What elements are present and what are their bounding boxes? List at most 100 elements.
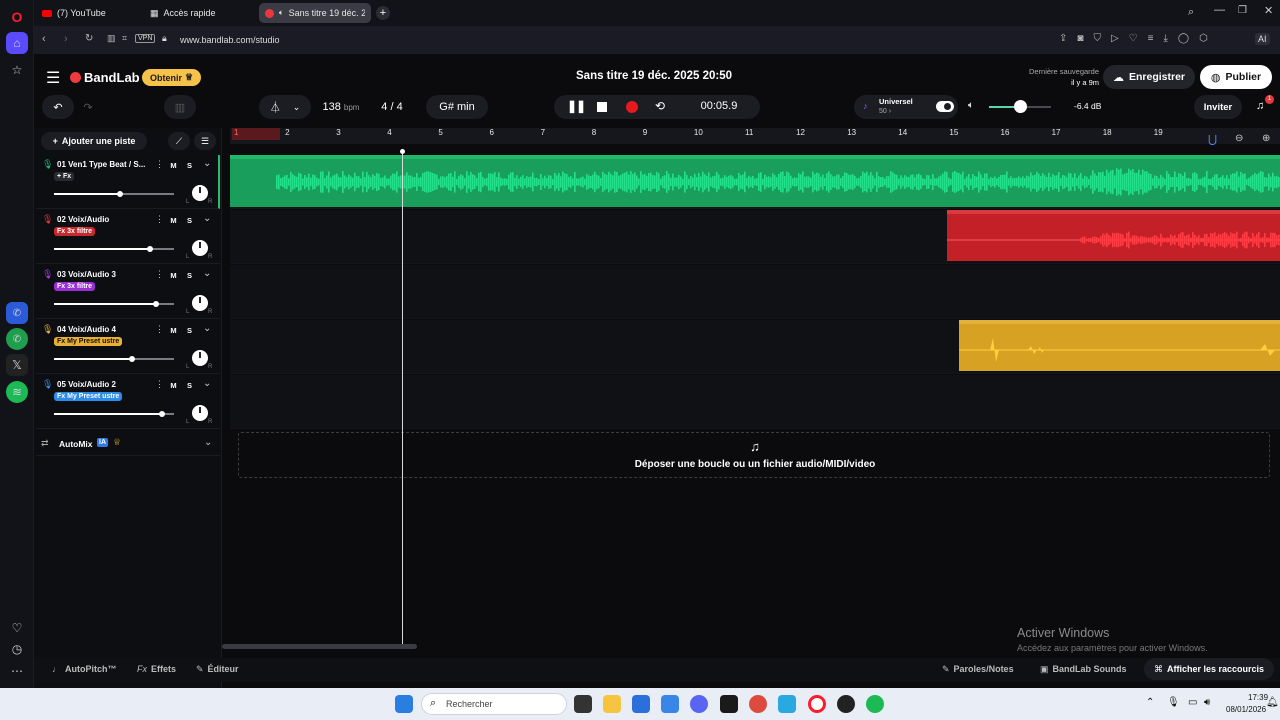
- tab-bandlab[interactable]: 🔈︎ Sans titre 19 déc. 2025: [259, 3, 371, 23]
- key-button[interactable]: G# min: [426, 95, 488, 119]
- discord-icon[interactable]: [690, 695, 708, 713]
- mixer-button[interactable]: ☰: [194, 132, 216, 150]
- mute-button[interactable]: M: [167, 269, 180, 281]
- app-icon[interactable]: [778, 695, 796, 713]
- track-row[interactable]: 🎙︎ 04 Voix/Audio 4 Fx My Preset ustre ⋮ M S ⌄ L…: [36, 320, 220, 374]
- menu-icon[interactable]: ≡: [1148, 33, 1154, 44]
- pan-knob[interactable]: [192, 350, 208, 366]
- playhead[interactable]: [402, 149, 403, 649]
- automix-row[interactable]: ⇄ AutoMix IA ♕ ⌄: [36, 434, 220, 456]
- shortcuts-button[interactable]: ⌘ Afficher les raccourcis: [1144, 658, 1275, 680]
- minimize-button[interactable]: —: [1214, 4, 1225, 16]
- hamburger-icon[interactable]: ☰: [46, 68, 60, 88]
- record-icon[interactable]: [626, 101, 638, 113]
- reload-icon[interactable]: ↻: [85, 33, 93, 44]
- epic-games-icon[interactable]: [720, 695, 738, 713]
- download-icon[interactable]: ⤓: [1163, 33, 1167, 44]
- bell-icon[interactable]: ♫: [1256, 100, 1264, 112]
- track-name[interactable]: 02 Voix/Audio: [57, 215, 149, 224]
- url-text[interactable]: www.bandlab.com/studio: [180, 35, 280, 45]
- heart-icon[interactable]: ♡: [1129, 33, 1138, 44]
- metronome-button[interactable]: ⏃ ⌄: [259, 95, 311, 119]
- lane-1[interactable]: [230, 155, 1280, 209]
- chevron-down-icon[interactable]: ⌄: [203, 268, 211, 279]
- tuner-button[interactable]: ⟋: [168, 132, 190, 150]
- zoom-out-icon[interactable]: ⊖: [1235, 133, 1243, 144]
- pan-knob[interactable]: [192, 405, 208, 421]
- mute-button[interactable]: M: [167, 214, 180, 226]
- loop-region[interactable]: [232, 128, 280, 140]
- sounds-button[interactable]: ▣ BandLab Sounds: [1040, 658, 1127, 680]
- chrome-icon[interactable]: [749, 695, 767, 713]
- effects-button[interactable]: Fx Effets: [137, 658, 176, 680]
- volume-icon[interactable]: 🔈︎: [968, 100, 974, 111]
- lane-3[interactable]: [230, 265, 1280, 319]
- back-icon[interactable]: ‹: [42, 33, 46, 45]
- editor-button[interactable]: ✎ Éditeur: [196, 658, 239, 680]
- chevron-down-icon[interactable]: ⌄: [204, 437, 212, 448]
- tab-youtube[interactable]: (7) YouTube: [36, 3, 140, 23]
- pan-knob[interactable]: [192, 240, 208, 256]
- windows-start-icon[interactable]: [395, 695, 413, 713]
- autopitch-button[interactable]: ♩ AutoPitch™: [52, 658, 117, 680]
- mute-button[interactable]: M: [167, 324, 180, 336]
- vocal-clip-4[interactable]: [959, 320, 1280, 371]
- task-view-icon[interactable]: [574, 695, 592, 713]
- outlook-icon[interactable]: [661, 695, 679, 713]
- home-icon[interactable]: ⌂: [6, 32, 28, 54]
- chevron-down-icon[interactable]: ⌄: [203, 378, 211, 389]
- ai-button[interactable]: AI: [1255, 33, 1270, 45]
- spotify-icon[interactable]: ≋: [6, 381, 28, 403]
- store-icon[interactable]: [632, 695, 650, 713]
- track-name[interactable]: 03 Voix/Audio 3: [57, 270, 149, 279]
- mute-button[interactable]: M: [167, 159, 180, 171]
- lane-2[interactable]: [230, 210, 1280, 264]
- snapshot-icon[interactable]: ⌗: [122, 33, 127, 44]
- new-tab-button[interactable]: +: [376, 6, 390, 20]
- whatsapp-icon[interactable]: ✆: [6, 328, 28, 350]
- track-volume-slider[interactable]: [54, 301, 174, 307]
- bpm-field[interactable]: 138 bpm: [312, 95, 370, 119]
- zoom-in-icon[interactable]: ⊕: [1262, 133, 1270, 144]
- track-volume-slider[interactable]: [54, 356, 174, 362]
- piano-button[interactable]: ▥: [164, 95, 196, 119]
- spotify-icon[interactable]: [866, 695, 884, 713]
- chevron-up-icon[interactable]: ⌃: [1146, 697, 1154, 708]
- opera-logo-icon[interactable]: O: [6, 6, 28, 28]
- pause-icon[interactable]: ❚❚: [567, 99, 586, 113]
- more-icon[interactable]: ⋮: [155, 269, 164, 280]
- cube-icon[interactable]: ⬡: [1199, 33, 1208, 44]
- track-volume-slider[interactable]: [54, 246, 174, 252]
- track-row[interactable]: 🎙︎ 02 Voix/Audio Fx 3x filtre ⋮ M S ⌄ L R: [36, 210, 220, 264]
- drop-zone[interactable]: ♫ Déposer une boucle ou un fichier audio…: [238, 432, 1270, 478]
- speaker-icon[interactable]: 🔊︎: [1204, 697, 1210, 708]
- fx-tag[interactable]: Fx 3x filtre: [54, 282, 96, 291]
- solo-button[interactable]: S: [183, 159, 196, 171]
- pan-knob[interactable]: [192, 185, 208, 201]
- redo-button[interactable]: ↷: [72, 95, 104, 119]
- reader-icon[interactable]: ▥: [107, 33, 116, 44]
- track-name[interactable]: 04 Voix/Audio 4: [57, 325, 149, 334]
- chevron-down-icon[interactable]: ⌄: [203, 158, 211, 169]
- forward-icon[interactable]: ›: [64, 33, 68, 45]
- bandlab-logo[interactable]: BandLab: [70, 70, 140, 85]
- solo-button[interactable]: S: [183, 269, 196, 281]
- mastering-toggle[interactable]: [936, 101, 954, 112]
- pan-knob[interactable]: [192, 295, 208, 311]
- add-track-button[interactable]: + Ajouter une piste: [41, 132, 147, 150]
- solo-button[interactable]: S: [183, 324, 196, 336]
- magnet-icon[interactable]: ⋃: [1208, 133, 1217, 146]
- track-row[interactable]: 🎙︎ 01 Ven1 Type Beat / S... + Fx ⋮ M S ⌄ L R: [36, 155, 220, 209]
- invite-button[interactable]: Inviter: [1194, 95, 1242, 119]
- maximize-button[interactable]: ❐: [1238, 5, 1247, 16]
- obs-icon[interactable]: [837, 695, 855, 713]
- network-icon[interactable]: ▭: [1188, 697, 1197, 708]
- profile-icon[interactable]: ◯: [1178, 33, 1189, 44]
- fx-tag[interactable]: Fx My Preset ustre: [54, 392, 123, 401]
- solo-button[interactable]: S: [183, 214, 196, 226]
- fx-tag[interactable]: + Fx: [54, 172, 75, 181]
- playhead-handle[interactable]: [400, 149, 405, 154]
- track-name[interactable]: 05 Voix/Audio 2: [57, 380, 149, 389]
- search-tabs-icon[interactable]: ⌕: [1188, 6, 1194, 19]
- close-window-button[interactable]: ✕: [1264, 4, 1273, 17]
